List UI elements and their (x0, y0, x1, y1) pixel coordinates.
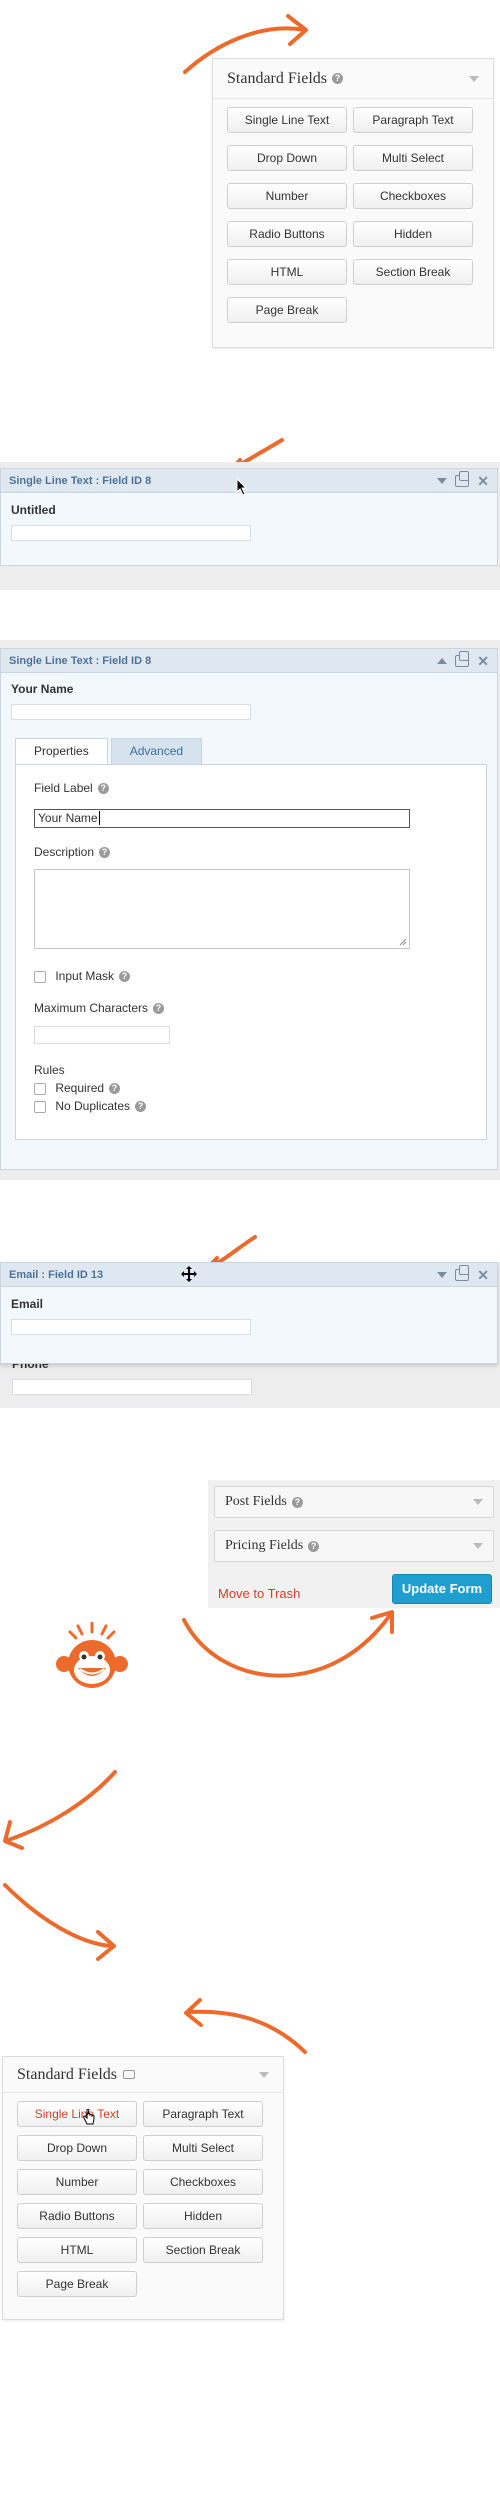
monkey-face-icon (56, 1622, 128, 1688)
field-title-bar[interactable]: Single Line Text : Field ID 8 ✕ (1, 649, 497, 673)
help-icon[interactable]: ? (153, 1003, 165, 1015)
checkboxes-button[interactable]: Checkboxes (143, 2169, 263, 2195)
delete-icon[interactable]: ✕ (477, 1268, 489, 1282)
no-duplicates-label: No Duplicates (55, 1099, 131, 1113)
description-caption: Description (34, 845, 95, 859)
arrow-back-left (184, 1998, 307, 2054)
pointer-cursor-icon (236, 478, 248, 496)
field-title: Single Line Text : Field ID 8 (9, 654, 152, 667)
checkboxes-button[interactable]: Checkboxes (353, 183, 473, 209)
max-chars-input[interactable] (34, 1026, 170, 1044)
duplicate-icon[interactable] (455, 470, 470, 487)
section-break-button[interactable]: Section Break (353, 259, 473, 285)
help-icon[interactable]: ? (97, 783, 109, 795)
field-preview-input (11, 525, 251, 541)
help-icon[interactable]: ? (308, 1540, 320, 1552)
collapse-arrow-icon[interactable] (437, 1271, 448, 1278)
properties-panel: Field Label? Your Name Description? Inpu… (15, 764, 487, 1140)
collapse-arrow-icon[interactable] (473, 1543, 483, 1549)
paragraph-text-button[interactable]: Paragraph Text (143, 2101, 263, 2127)
drop-down-button[interactable]: Drop Down (17, 2135, 137, 2161)
duplicate-icon[interactable] (455, 1264, 470, 1281)
field-box-email[interactable]: Email : Field ID 13 ✕ Email (0, 1262, 498, 1364)
field-label-input[interactable]: Your Name (34, 809, 410, 828)
collapse-arrow-icon[interactable] (469, 75, 479, 82)
tab-advanced[interactable]: Advanced (110, 738, 203, 764)
page-break-button[interactable]: Page Break (17, 2271, 137, 2297)
standard-fields-title: Standard Fields (17, 2065, 117, 2083)
post-fields-button[interactable]: Post Fields? (214, 1486, 494, 1518)
move-cursor-icon (181, 1266, 197, 1282)
radio-buttons-button[interactable]: Radio Buttons (17, 2203, 137, 2229)
single-line-text-button[interactable]: Single Line Text (17, 2101, 137, 2127)
html-button[interactable]: HTML (17, 2237, 137, 2263)
field-title: Email : Field ID 13 (9, 1268, 104, 1281)
section-break-button[interactable]: Section Break (143, 2237, 263, 2263)
html-button[interactable]: HTML (227, 259, 347, 285)
collapse-arrow-icon[interactable] (437, 657, 448, 664)
input-mask-label: Input Mask (55, 969, 115, 983)
speech-bubble-icon (123, 2070, 135, 2079)
field-label: Your Name (11, 682, 74, 696)
resize-handle-icon[interactable] (399, 938, 407, 946)
post-fields-title: Post Fields (225, 1494, 287, 1509)
help-icon[interactable]: ? (291, 1496, 303, 1508)
hidden-button[interactable]: Hidden (353, 221, 473, 247)
collapse-arrow-icon[interactable] (259, 2071, 269, 2078)
standard-fields-header[interactable]: Standard Fields ? (213, 59, 493, 99)
field-preview-input (11, 704, 251, 720)
tab-properties[interactable]: Properties (15, 738, 108, 764)
max-chars-caption: Maximum Characters (34, 1001, 149, 1015)
standard-fields-title: Standard Fields (227, 69, 327, 87)
radio-buttons-button[interactable]: Radio Buttons (227, 221, 347, 247)
hand-cursor-icon (83, 2109, 95, 2125)
help-icon[interactable]: ? (332, 73, 343, 84)
arrow-left-down (3, 1770, 117, 1850)
move-to-trash-link[interactable]: Move to Trash (218, 1586, 300, 1601)
multi-select-button[interactable]: Multi Select (353, 145, 473, 171)
delete-icon[interactable]: ✕ (477, 474, 489, 488)
duplicate-icon[interactable] (455, 650, 470, 667)
field-title: Single Line Text : Field ID 8 (9, 474, 152, 487)
required-checkbox[interactable] (34, 1082, 46, 1095)
collapse-arrow-icon[interactable] (437, 477, 448, 484)
arrow-update-swoosh (182, 1610, 394, 1678)
help-icon[interactable]: ? (99, 847, 111, 859)
description-textarea[interactable] (34, 869, 410, 949)
pricing-fields-button[interactable]: Pricing Fields? (214, 1530, 494, 1562)
field-box-untitled[interactable]: Single Line Text : Field ID 8 ✕ Untitled (0, 468, 498, 566)
drop-down-button[interactable]: Drop Down (227, 145, 347, 171)
update-form-button[interactable]: Update Form (392, 1574, 492, 1604)
field-label-caption: Field Label (34, 781, 93, 795)
no-duplicates-checkbox[interactable] (34, 1100, 46, 1113)
standard-fields-header[interactable]: Standard Fields (3, 2057, 283, 2093)
input-mask-checkbox[interactable] (34, 970, 46, 983)
help-icon[interactable]: ? (109, 1083, 121, 1095)
field-label: Email (11, 1297, 44, 1311)
rules-caption: Rules (34, 1063, 65, 1077)
number-button[interactable]: Number (17, 2169, 137, 2195)
help-icon[interactable]: ? (135, 1101, 147, 1113)
multi-select-button[interactable]: Multi Select (143, 2135, 263, 2161)
help-icon[interactable]: ? (119, 971, 131, 983)
number-button[interactable]: Number (227, 183, 347, 209)
page-break-button[interactable]: Page Break (227, 297, 347, 323)
field-preview-input (11, 1319, 251, 1335)
field-title-bar[interactable]: Email : Field ID 13 ✕ (1, 1263, 497, 1287)
standard-fields-panel-2: Standard Fields Single Line Text Paragra… (2, 2056, 284, 2320)
paragraph-text-button[interactable]: Paragraph Text (353, 107, 473, 133)
delete-icon[interactable]: ✕ (477, 654, 489, 668)
pricing-fields-title: Pricing Fields (225, 1538, 304, 1553)
field-box-your-name[interactable]: Single Line Text : Field ID 8 ✕ Your Nam… (0, 648, 498, 1170)
field-title-bar[interactable]: Single Line Text : Field ID 8 ✕ (1, 469, 497, 493)
hidden-button[interactable]: Hidden (143, 2203, 263, 2229)
standard-fields-panel: Standard Fields ? Single Line Text Parag… (212, 58, 494, 348)
collapse-arrow-icon[interactable] (473, 1499, 483, 1505)
required-label: Required (55, 1081, 105, 1095)
arrow-right-down (3, 1883, 116, 1961)
field-label-value: Your Name (38, 811, 98, 825)
next-field-preview-input (12, 1379, 252, 1395)
single-line-text-button[interactable]: Single Line Text (227, 107, 347, 133)
field-label: Untitled (11, 503, 56, 517)
